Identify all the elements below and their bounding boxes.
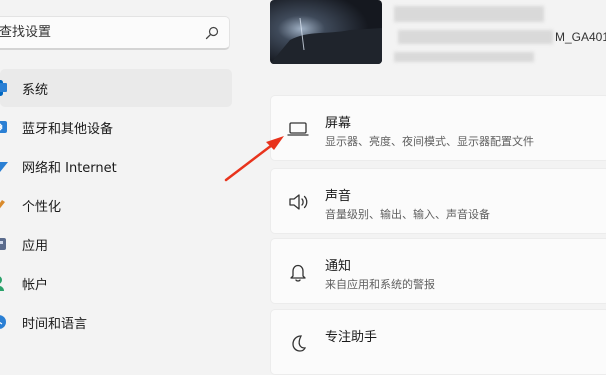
card-title: 屏幕 bbox=[325, 116, 352, 131]
sidebar-item-bluetooth[interactable]: 蓝牙和其他设备 bbox=[0, 108, 232, 146]
sidebar-item-label: 时间和语言 bbox=[22, 316, 88, 332]
person-icon bbox=[0, 276, 4, 291]
sidebar-item-system[interactable]: 系统 bbox=[0, 69, 232, 107]
blurred-device-info bbox=[398, 30, 553, 44]
annotation-arrow bbox=[224, 136, 284, 182]
search-icon[interactable] bbox=[205, 26, 219, 40]
sidebar-item-label: 网络和 Internet bbox=[22, 160, 117, 176]
sidebar-item-personalization[interactable]: 个性化 bbox=[0, 186, 232, 224]
blurred-device-info bbox=[394, 6, 544, 22]
apps-icon bbox=[0, 238, 6, 250]
card-sound[interactable]: 声音 音量级别、输出、输入、声音设备 bbox=[270, 168, 606, 234]
globe-clock-icon bbox=[0, 315, 6, 329]
sidebar-item-label: 个性化 bbox=[22, 199, 62, 215]
speaker-icon bbox=[289, 194, 308, 210]
card-display[interactable]: 屏幕 显示器、亮度、夜间模式、显示器配置文件 bbox=[270, 95, 606, 161]
card-subtitle: 来自应用和系统的警报 bbox=[325, 278, 435, 291]
card-title: 通知 bbox=[325, 259, 352, 274]
card-focus-assist[interactable]: 专注助手 bbox=[270, 309, 606, 375]
card-subtitle: 音量级别、输出、输入、声音设备 bbox=[325, 208, 490, 221]
sidebar-nav: 系统 蓝牙和其他设备 网络和 Internet 个性化 应用 帐户 时间和语言 bbox=[0, 69, 232, 342]
sidebar-item-apps[interactable]: 应用 bbox=[0, 225, 232, 263]
device-model-name: M_GA401 bbox=[555, 30, 606, 44]
search-box[interactable] bbox=[0, 16, 230, 50]
blurred-device-info bbox=[394, 52, 534, 62]
display-icon bbox=[287, 122, 309, 136]
sidebar-item-label: 帐户 bbox=[22, 277, 49, 293]
card-title: 声音 bbox=[325, 189, 352, 204]
bell-icon bbox=[290, 264, 306, 282]
moon-icon bbox=[292, 335, 307, 352]
monitor-icon bbox=[0, 83, 7, 92]
search-input[interactable] bbox=[0, 17, 199, 48]
bluetooth-icon bbox=[0, 121, 7, 133]
device-thumbnail bbox=[270, 0, 382, 64]
sidebar-item-label: 应用 bbox=[22, 238, 49, 254]
sidebar-item-time-language[interactable]: 时间和语言 bbox=[0, 303, 232, 341]
wifi-icon bbox=[0, 162, 8, 172]
sidebar-item-network[interactable]: 网络和 Internet bbox=[0, 147, 232, 185]
card-notifications[interactable]: 通知 来自应用和系统的警报 bbox=[270, 238, 606, 304]
sidebar-item-label: 系统 bbox=[22, 82, 49, 98]
sidebar-item-accounts[interactable]: 帐户 bbox=[0, 264, 232, 302]
brush-icon bbox=[0, 200, 5, 209]
sidebar-item-label: 蓝牙和其他设备 bbox=[22, 121, 114, 137]
card-title: 专注助手 bbox=[325, 330, 378, 345]
card-subtitle: 显示器、亮度、夜间模式、显示器配置文件 bbox=[325, 135, 534, 148]
